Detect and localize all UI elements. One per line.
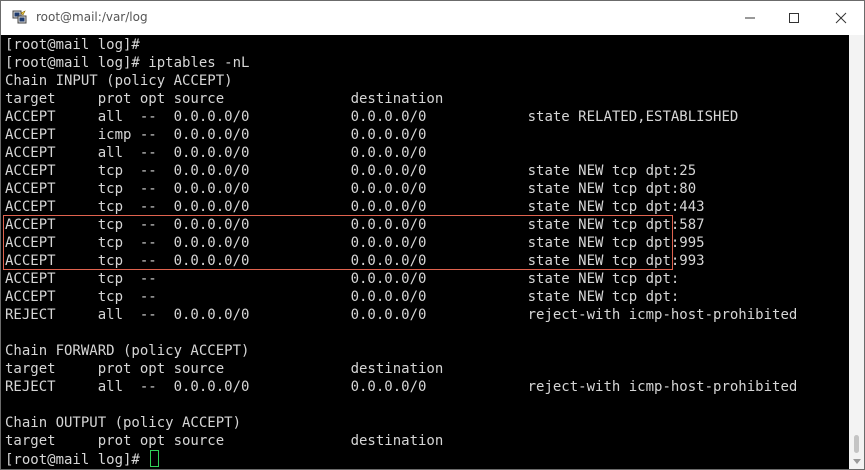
- terminal-line: ACCEPT tcp -- 0.0.0.0/0 0.0.0.0/0 state …: [5, 253, 705, 269]
- terminal-line: target prot opt source destination: [5, 361, 444, 377]
- minimize-button[interactable]: [727, 1, 773, 35]
- vertical-scrollbar[interactable]: [849, 35, 864, 469]
- maximize-button[interactable]: [771, 1, 817, 35]
- terminal-line: target prot opt source destination: [5, 433, 444, 449]
- terminal-line: Chain INPUT (policy ACCEPT): [5, 73, 233, 89]
- title-bar[interactable]: root@mail:/var/log: [1, 1, 864, 35]
- shell-prompt: [root@mail log]#: [5, 452, 149, 468]
- close-button[interactable]: [818, 1, 864, 35]
- terminal-line: REJECT all -- 0.0.0.0/0 0.0.0.0/0 reject…: [5, 379, 798, 395]
- terminal-window: root@mail:/var/log [root@mail log]# [roo…: [0, 0, 865, 470]
- terminal-line: ACCEPT icmp -- 0.0.0.0/0 0.0.0.0/0: [5, 127, 427, 143]
- terminal-line: [root@mail log]# iptables -nL: [5, 55, 250, 71]
- terminal-output[interactable]: [root@mail log]# [root@mail log]# iptabl…: [1, 35, 849, 469]
- terminal-line: ACCEPT tcp -- 0.0.0.0/0 0.0.0.0/0 state …: [5, 163, 697, 179]
- terminal-line: Chain OUTPUT (policy ACCEPT): [5, 415, 242, 431]
- maximize-icon: [789, 13, 799, 23]
- terminal-line: REJECT all -- 0.0.0.0/0 0.0.0.0/0 reject…: [5, 307, 798, 323]
- window-title: root@mail:/var/log: [36, 10, 148, 24]
- text-cursor: [150, 450, 160, 467]
- terminal-line: Chain FORWARD (policy ACCEPT): [5, 343, 250, 359]
- terminal-line: ACCEPT tcp -- 0.0.0.0/0 0.0.0.0/0 state …: [5, 217, 705, 233]
- scroll-down-icon[interactable]: [853, 459, 861, 464]
- terminal-line: ACCEPT all -- 0.0.0.0/0 0.0.0.0/0 state …: [5, 109, 739, 125]
- terminal-line: ACCEPT tcp -- 0.0.0.0/0 state NEW tcp dp…: [5, 271, 680, 287]
- close-icon: [835, 12, 847, 24]
- terminal-line: ACCEPT tcp -- 0.0.0.0/0 0.0.0.0/0 state …: [5, 181, 697, 197]
- terminal-lines: [root@mail log]# [root@mail log]# iptabl…: [5, 36, 797, 468]
- terminal-line: target prot opt source destination: [5, 91, 444, 107]
- prompt-line[interactable]: [root@mail log]#: [5, 450, 797, 468]
- terminal-line: ACCEPT all -- 0.0.0.0/0 0.0.0.0/0: [5, 145, 427, 161]
- terminal-line: [root@mail log]#: [5, 37, 140, 53]
- scrollbar-thumb[interactable]: [854, 435, 859, 453]
- terminal-line: ACCEPT tcp -- 0.0.0.0/0 0.0.0.0/0 state …: [5, 235, 705, 251]
- terminal-line: ACCEPT tcp -- 0.0.0.0/0 state NEW tcp dp…: [5, 289, 680, 305]
- putty-terminal-icon[interactable]: [12, 9, 28, 25]
- terminal-line: ACCEPT tcp -- 0.0.0.0/0 0.0.0.0/0 state …: [5, 199, 705, 215]
- minimize-icon: [745, 17, 755, 19]
